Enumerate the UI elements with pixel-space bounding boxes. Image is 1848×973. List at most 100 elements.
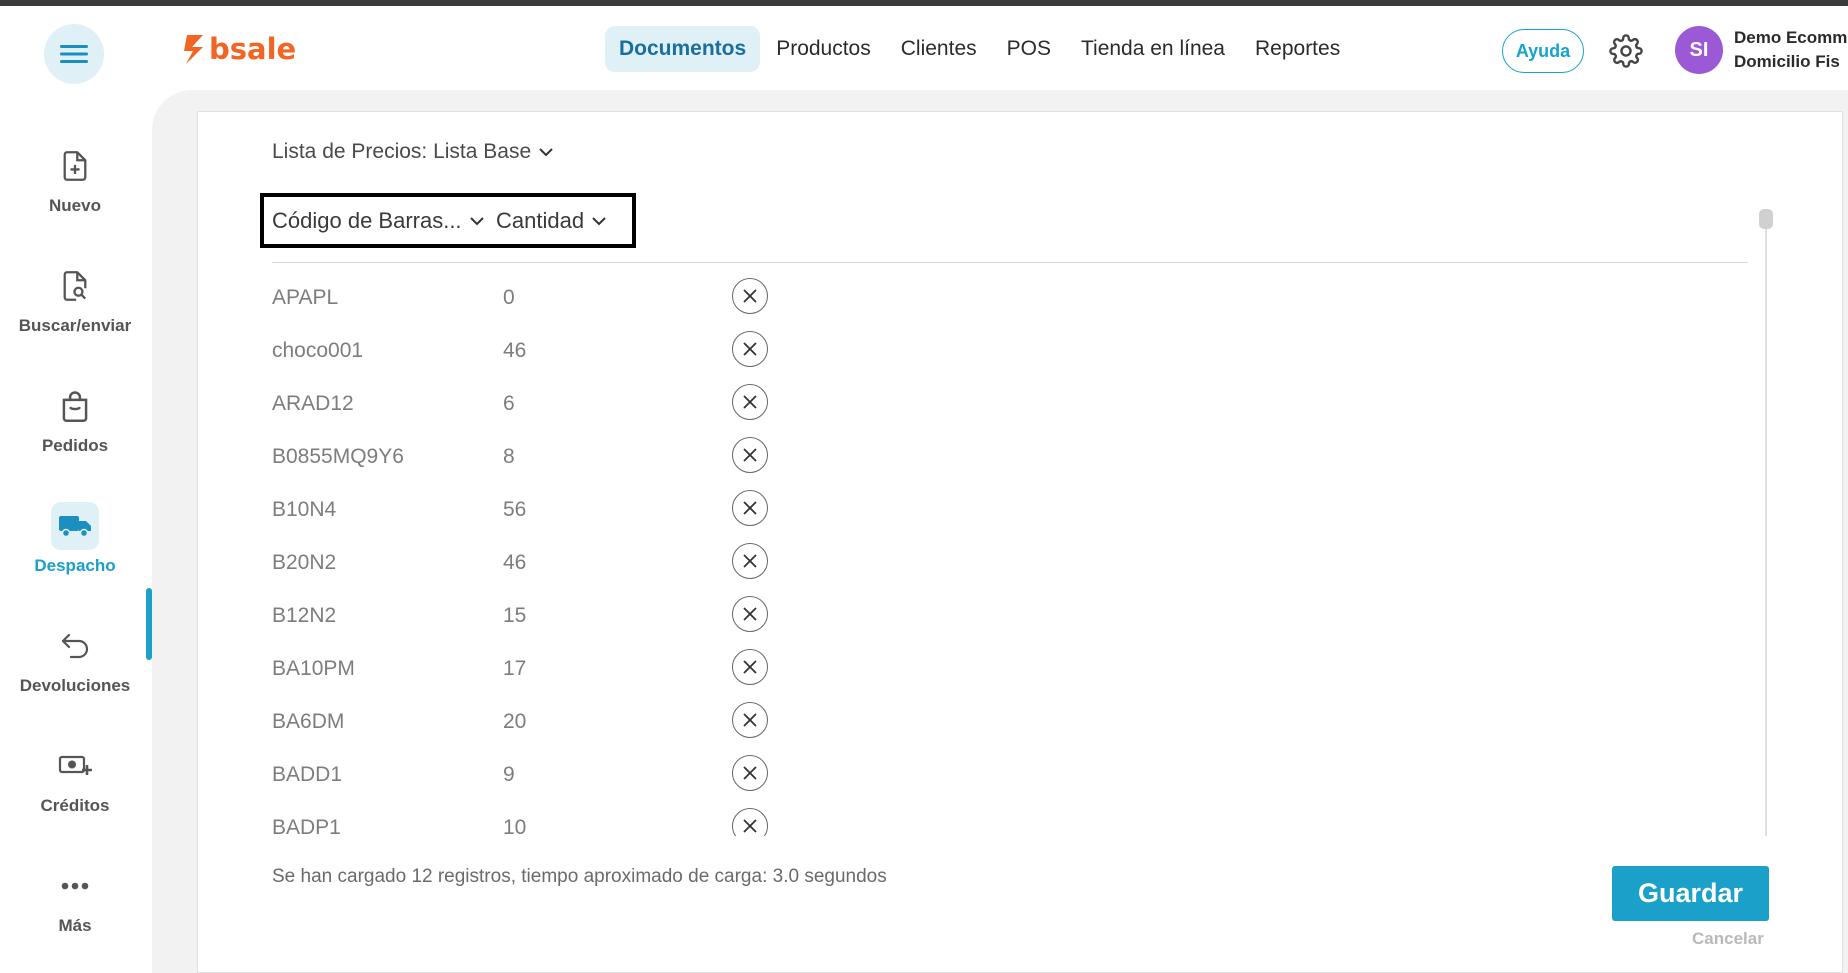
qty-cell: 6 bbox=[503, 392, 515, 415]
remove-row-button[interactable] bbox=[732, 702, 768, 738]
main-nav: Documentos Productos Clientes POS Tienda… bbox=[605, 26, 1356, 72]
sidebar-item-pedidos[interactable]: Pedidos bbox=[0, 382, 150, 456]
header: bsale Documentos Productos Clientes POS … bbox=[0, 6, 1848, 90]
nav-clientes[interactable]: Clientes bbox=[887, 26, 991, 72]
nav-reportes[interactable]: Reportes bbox=[1241, 26, 1354, 72]
remove-row-button[interactable] bbox=[732, 384, 768, 420]
sidebar-item-label: Créditos bbox=[40, 796, 110, 815]
code-cell: B12N2 bbox=[272, 604, 337, 627]
money-plus-icon bbox=[51, 742, 99, 790]
shopping-bag-icon bbox=[51, 382, 99, 430]
gear-icon[interactable] bbox=[1609, 34, 1643, 68]
code-cell: BADD1 bbox=[272, 763, 343, 786]
avatar[interactable]: SI bbox=[1675, 26, 1723, 74]
sidebar-item-nuevo[interactable]: Nuevo bbox=[0, 142, 150, 216]
table-row: BADD1 9 bbox=[272, 749, 1172, 802]
code-cell: B10N4 bbox=[272, 498, 337, 521]
logo-text: bsale bbox=[209, 32, 297, 66]
save-button[interactable]: Guardar bbox=[1612, 866, 1769, 921]
file-plus-icon bbox=[51, 142, 99, 190]
column-code-selector[interactable]: Código de Barras... bbox=[272, 208, 496, 234]
sidebar-item-label: Devoluciones bbox=[19, 676, 131, 695]
scrollbar-track[interactable] bbox=[1765, 210, 1767, 836]
column-qty-selector[interactable]: Cantidad bbox=[496, 208, 606, 234]
close-icon bbox=[743, 607, 757, 621]
remove-row-button[interactable] bbox=[732, 596, 768, 632]
remove-row-button[interactable] bbox=[732, 543, 768, 579]
code-cell: B0855MQ9Y6 bbox=[272, 445, 404, 468]
sidebar-item-label: Más bbox=[58, 916, 92, 935]
remove-row-button[interactable] bbox=[732, 808, 768, 836]
price-list-selector[interactable]: Lista de Precios: Lista Base bbox=[272, 140, 553, 164]
qty-cell: 46 bbox=[503, 339, 527, 362]
cancel-link[interactable]: Cancelar bbox=[1692, 929, 1764, 949]
column-qty-label: Cantidad bbox=[496, 207, 585, 233]
table-row: ARAD12 6 bbox=[272, 378, 1172, 431]
bsale-logo[interactable]: bsale bbox=[183, 32, 296, 66]
close-icon bbox=[743, 501, 757, 515]
close-icon bbox=[743, 660, 757, 674]
chevron-down-icon bbox=[592, 216, 606, 225]
code-cell: BA10PM bbox=[272, 657, 355, 680]
code-cell: ARAD12 bbox=[272, 392, 354, 415]
code-cell: BADP1 bbox=[272, 816, 341, 836]
table-row: BA6DM 20 bbox=[272, 696, 1172, 749]
hamburger-icon bbox=[60, 45, 88, 63]
code-cell: choco001 bbox=[272, 339, 364, 362]
sidebar-item-label: Buscar/enviar bbox=[18, 316, 132, 335]
sidebar-item-mas[interactable]: Más bbox=[0, 862, 150, 936]
help-button[interactable]: Ayuda bbox=[1502, 29, 1584, 73]
qty-cell: 15 bbox=[503, 604, 527, 627]
qty-cell: 46 bbox=[503, 551, 527, 574]
bsale-logo-icon bbox=[184, 35, 203, 64]
more-dots-icon bbox=[51, 862, 99, 910]
table-row: BADP1 10 bbox=[272, 802, 1172, 836]
qty-cell: 9 bbox=[503, 763, 515, 786]
close-icon bbox=[743, 713, 757, 727]
close-icon bbox=[743, 554, 757, 568]
sidebar-item-despacho[interactable]: Despacho bbox=[0, 502, 150, 576]
qty-cell: 0 bbox=[503, 286, 515, 309]
table-row: BA10PM 17 bbox=[272, 643, 1172, 696]
code-cell: BA6DM bbox=[272, 710, 345, 733]
sidebar-item-creditos[interactable]: Créditos bbox=[0, 742, 150, 816]
file-search-icon bbox=[51, 262, 99, 310]
qty-cell: 10 bbox=[503, 816, 527, 836]
sidebar-item-devoluciones[interactable]: Devoluciones bbox=[0, 622, 150, 696]
load-status-text: Se han cargado 12 registros, tiempo apro… bbox=[272, 866, 887, 887]
price-list-label: Lista de Precios: Lista Base bbox=[272, 140, 532, 163]
close-icon bbox=[743, 819, 757, 833]
close-icon bbox=[743, 289, 757, 303]
nav-tienda-en-linea[interactable]: Tienda en línea bbox=[1067, 26, 1239, 72]
remove-row-button[interactable] bbox=[732, 755, 768, 791]
account-info[interactable]: Demo Ecomm Domicilio Fis bbox=[1734, 26, 1847, 74]
sidebar-item-label: Pedidos bbox=[41, 436, 109, 455]
account-subtitle: Domicilio Fis bbox=[1734, 52, 1840, 71]
sidebar: Nuevo Buscar/enviar Pedidos Despacho Dev… bbox=[0, 90, 152, 973]
sidebar-item-buscar-enviar[interactable]: Buscar/enviar bbox=[0, 262, 150, 336]
table-row: B20N2 46 bbox=[272, 537, 1172, 590]
close-icon bbox=[743, 342, 757, 356]
sidebar-item-label: Despacho bbox=[34, 556, 116, 575]
table-row: B10N4 56 bbox=[272, 484, 1172, 537]
remove-row-button[interactable] bbox=[732, 278, 768, 314]
qty-cell: 56 bbox=[503, 498, 527, 521]
chevron-down-icon bbox=[539, 148, 553, 157]
scrollbar-thumb[interactable] bbox=[1759, 209, 1773, 229]
code-cell: APAPL bbox=[272, 286, 339, 309]
remove-row-button[interactable] bbox=[732, 331, 768, 367]
nav-productos[interactable]: Productos bbox=[762, 26, 885, 72]
chevron-down-icon bbox=[469, 216, 484, 225]
remove-row-button[interactable] bbox=[732, 490, 768, 526]
sidebar-item-label: Nuevo bbox=[49, 196, 101, 215]
qty-cell: 20 bbox=[503, 710, 527, 733]
hamburger-menu-button[interactable] bbox=[44, 24, 104, 84]
remove-row-button[interactable] bbox=[732, 437, 768, 473]
return-arrow-icon bbox=[51, 622, 99, 670]
remove-row-button[interactable] bbox=[732, 649, 768, 685]
item-list[interactable]: APAPL 0 choco001 46 ARAD12 6 B0855MQ9Y6 … bbox=[272, 272, 1172, 836]
column-headers: Código de Barras... Cantidad bbox=[260, 193, 636, 248]
table-row: APAPL 0 bbox=[272, 272, 1172, 325]
nav-documentos[interactable]: Documentos bbox=[605, 26, 761, 72]
nav-pos[interactable]: POS bbox=[993, 26, 1065, 72]
